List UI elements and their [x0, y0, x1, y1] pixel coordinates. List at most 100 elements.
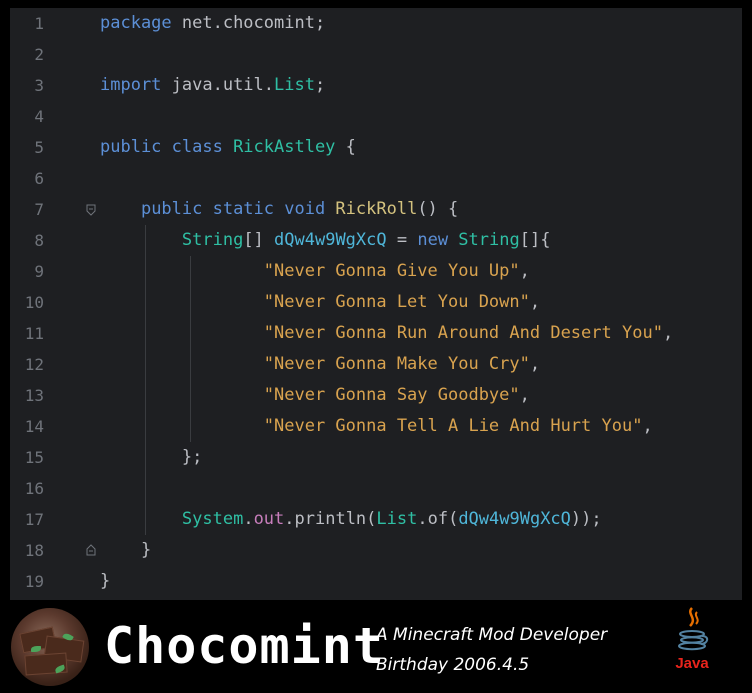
code-line[interactable]: 12 "Never Gonna Make You Cry", [10, 349, 742, 380]
code-token: out [253, 509, 285, 529]
line-number: 1 [34, 14, 44, 33]
code-text: } [100, 535, 151, 566]
java-coffee-cup-icon: Java [675, 607, 709, 672]
code-line[interactable]: 17 System.out.println(List.of(dQw4w9WgXc… [10, 504, 742, 535]
code-line[interactable]: 7 public static void RickRoll() { [10, 194, 742, 225]
code-token: , [529, 292, 541, 312]
code-text: "Never Gonna Tell A Lie And Hurt You", [100, 411, 653, 442]
line-number: 18 [24, 541, 44, 560]
code-token: } [100, 571, 111, 591]
code-text: }; [100, 442, 202, 473]
code-token: new [417, 230, 459, 250]
line-number: 6 [34, 169, 44, 188]
line-number: 14 [24, 417, 44, 436]
line-number: 4 [34, 107, 44, 126]
code-token: net.chocomint [171, 13, 315, 33]
code-token: dQw4w9WgXcQ [458, 509, 571, 529]
code-token: "Never Gonna Say Goodbye" [263, 385, 520, 405]
code-line[interactable]: 11 "Never Gonna Run Around And Desert Yo… [10, 318, 742, 349]
java-logo-text: Java [675, 655, 709, 672]
code-text: "Never Gonna Make You Cry", [100, 349, 540, 380]
tagline-birthday: Birthday 2006.4.5 [376, 655, 530, 675]
code-line[interactable]: 14 "Never Gonna Tell A Lie And Hurt You"… [10, 411, 742, 442]
fold-close-icon[interactable] [86, 544, 96, 556]
code-token: ; [314, 75, 326, 95]
code-line[interactable]: 2 [10, 39, 742, 70]
code-line[interactable]: 9 "Never Gonna Give You Up", [10, 256, 742, 287]
line-number: 11 [24, 324, 44, 343]
indent-guide [190, 256, 191, 442]
code-token: .of( [417, 509, 459, 529]
code-text: String[] dQw4w9WgXcQ = new String[]{ [100, 225, 551, 256]
code-token: , [519, 385, 530, 405]
code-line[interactable]: 3 import java.util.List; [10, 70, 742, 101]
code-token: java.util. [161, 75, 275, 95]
code-token: List [274, 75, 315, 95]
code-line[interactable]: 5 public class RickAstley { [10, 132, 742, 163]
line-number: 3 [34, 76, 44, 95]
line-number: 19 [24, 572, 44, 591]
code-text: public static void RickRoll() { [100, 194, 458, 225]
code-token: , [662, 323, 674, 343]
code-line[interactable]: 1 package net.chocomint; [10, 8, 742, 39]
code-token: "Never Gonna Let You Down" [263, 292, 530, 312]
line-number: 8 [34, 231, 44, 250]
code-token: RickAstley [233, 137, 336, 157]
code-token: RickRoll [335, 199, 418, 219]
code-line[interactable]: 18 } [10, 535, 742, 566]
code-text: "Never Gonna Say Goodbye", [100, 380, 530, 411]
code-token: "Never Gonna Give You Up" [263, 261, 520, 281]
code-token: { [335, 137, 356, 157]
line-number: 12 [24, 355, 44, 374]
code-text: package net.chocomint; [100, 8, 325, 39]
code-line[interactable]: 13 "Never Gonna Say Goodbye", [10, 380, 742, 411]
code-token: dQw4w9WgXcQ [274, 230, 387, 250]
code-text: } [100, 566, 110, 597]
code-text: "Never Gonna Give You Up", [100, 256, 530, 287]
code-token: "Never Gonna Run Around And Desert You" [263, 323, 663, 343]
code-token: System [181, 509, 244, 529]
code-token: String [181, 230, 244, 250]
code-token: . [243, 509, 254, 529]
code-line[interactable]: 16 [10, 473, 742, 504]
code-text: public class RickAstley { [100, 132, 356, 163]
code-token: []{ [519, 230, 551, 250]
code-token: )); [570, 509, 602, 529]
code-text: System.out.println(List.of(dQw4w9WgXcQ))… [100, 504, 602, 535]
line-number: 9 [34, 262, 44, 281]
code-token: , [642, 416, 653, 436]
code-token: , [519, 261, 530, 281]
code-line[interactable]: 19} [10, 566, 742, 597]
code-text: import java.util.List; [100, 70, 325, 101]
tagline: A Minecraft Mod Developer Birthday 2006.… [376, 620, 607, 680]
code-line[interactable]: 10 "Never Gonna Let You Down", [10, 287, 742, 318]
code-line[interactable]: 6 [10, 163, 742, 194]
code-token: "Never Gonna Tell A Lie And Hurt You" [263, 416, 643, 436]
code-editor[interactable]: 1 package net.chocomint; 2 3 import java.uti… [10, 8, 742, 600]
fold-open-icon[interactable] [86, 204, 96, 216]
indent-guide [145, 225, 146, 535]
profile-banner: Chocomint A Minecraft Mod Developer Birt… [0, 600, 752, 693]
code-token: ; [314, 13, 326, 33]
line-number: 2 [34, 45, 44, 64]
line-number: 7 [34, 200, 44, 219]
line-number: 15 [24, 448, 44, 467]
code-token: , [529, 354, 541, 374]
line-number: 13 [24, 386, 44, 405]
code-line[interactable]: 8 String[] dQw4w9WgXcQ = new String[]{ [10, 225, 742, 256]
code-token: "Never Gonna Make You Cry" [263, 354, 530, 374]
line-number: 17 [24, 510, 44, 529]
code-text: "Never Gonna Run Around And Desert You", [100, 318, 673, 349]
code-line[interactable]: 15 }; [10, 442, 742, 473]
code-token: public static void [140, 199, 336, 219]
code-line[interactable]: 4 [10, 101, 742, 132]
